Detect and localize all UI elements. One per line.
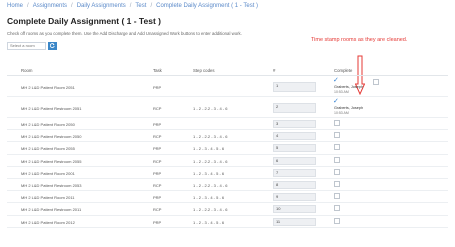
- task-code: PRP: [153, 170, 162, 176]
- room-name: MH 2 L&D Patient Room 2001: [21, 170, 75, 176]
- room-name: MH 2 L&D Patient Restroom 2055: [21, 158, 82, 164]
- table-row: MH 2 L&D Patient Room 2051 PRP 1 ✓ Grabe…: [7, 76, 448, 97]
- header-number: #: [273, 68, 276, 73]
- task-code: RCP: [153, 182, 162, 188]
- order-number-field[interactable]: 11: [273, 217, 316, 226]
- header-task: Task: [153, 68, 162, 73]
- complete-checkbox[interactable]: [334, 168, 340, 175]
- header-complete: Complete: [334, 68, 353, 73]
- room-name: MH 2 L&D Patient Restroom 2011: [21, 207, 82, 213]
- room-name: MH 2 L&D Patient Room 2051: [21, 85, 75, 90]
- task-code: RCP: [153, 207, 162, 213]
- header-room: Room: [21, 68, 33, 73]
- task-code: RCP: [153, 106, 162, 111]
- order-number-field[interactable]: 1: [273, 82, 316, 92]
- room-name: MH 2 L&D Patient Room 2011: [21, 195, 75, 201]
- order-number-field[interactable]: 4: [273, 132, 316, 141]
- checkmark-icon[interactable]: ✓: [333, 98, 339, 105]
- task-code: PRP: [153, 122, 162, 127]
- table-header: Room Task Step codes # Complete: [7, 66, 448, 76]
- step-codes: 1 - 2 - 2.2 - 3 - 4 - 6: [193, 207, 228, 213]
- table-row: MH 2 L&D Patient Room 2001 PRP 1 - 2 - 3…: [7, 167, 448, 179]
- step-codes: 1 - 2 - 2.2 - 3 - 4 - 6: [193, 158, 228, 164]
- table-row: MH 2 L&D Patient Restroom 2053 RCP 1 - 2…: [7, 179, 448, 192]
- checkmark-icon[interactable]: ✓: [333, 77, 339, 84]
- room-name: MH 2 L&D Patient Room 2012: [21, 219, 75, 225]
- complete-checkbox[interactable]: [334, 156, 340, 163]
- step-codes: 1 - 2 - 2.2 - 3 - 4 - 6: [193, 182, 228, 188]
- breadcrumb-test[interactable]: Test: [135, 3, 146, 9]
- table-row: MH 2 L&D Patient Restroom 2051 RCP 1 - 2…: [7, 97, 448, 118]
- room-name: MH 2 L&D Patient Restroom 2050: [21, 134, 82, 140]
- complete-checkbox[interactable]: [334, 132, 340, 139]
- header-step-codes: Step codes: [193, 68, 215, 73]
- table-row: MH 2 L&D Patient Restroom 2011 RCP 1 - 2…: [7, 203, 448, 216]
- order-number-field[interactable]: 8: [273, 180, 316, 189]
- breadcrumb-separator: /: [150, 3, 153, 9]
- breadcrumb-separator: /: [129, 3, 132, 9]
- task-code: RCP: [153, 158, 162, 164]
- table-row: MH 2 L&D Patient Room 2055 PRP 1 - 2 - 3…: [7, 142, 448, 155]
- complete-checkbox[interactable]: [334, 144, 340, 151]
- table-row: MH 2 L&D Patient Room 2012 PRP 1 - 2 - 3…: [7, 216, 448, 228]
- task-code: RCP: [153, 134, 162, 140]
- assignment-table: Room Task Step codes # Complete MH 2 L&D…: [7, 66, 448, 228]
- order-number-field[interactable]: 9: [273, 193, 316, 202]
- breadcrumb-assignments[interactable]: Assignments: [33, 3, 67, 9]
- step-codes: 1 - 2 - 3 - 4 - 5 - 6: [193, 146, 225, 152]
- step-codes: 1 - 2 - 2.2 - 3 - 4 - 6: [193, 106, 228, 111]
- completed-by: Graberts, Joseph: [334, 106, 364, 110]
- breadcrumb-separator: /: [27, 3, 29, 9]
- task-code: PRP: [153, 85, 162, 90]
- step-codes: 1 - 2 - 3 - 4 - 5 - 6: [193, 195, 225, 201]
- room-select[interactable]: [7, 41, 46, 50]
- complete-checkbox[interactable]: [334, 205, 340, 212]
- table-row: MH 2 L&D Patient Restroom 2055 RCP 1 - 2…: [7, 155, 448, 167]
- task-code: PRP: [153, 146, 162, 152]
- page-title: Complete Daily Assignment ( 1 - Test ): [7, 16, 161, 26]
- table-row: MH 2 L&D Patient Restroom 2050 RCP 1 - 2…: [7, 130, 448, 143]
- table-row: MH 2 L&D Patient Room 2011 PRP 1 - 2 - 3…: [7, 191, 448, 204]
- breadcrumb-current: Complete Daily Assignment ( 1 - Test ): [156, 3, 259, 9]
- task-code: PRP: [153, 219, 162, 225]
- room-name: MH 2 L&D Patient Restroom 2053: [21, 182, 82, 188]
- breadcrumb-separator: /: [71, 3, 73, 9]
- completed-time: 10:53 AM: [334, 90, 349, 94]
- refresh-icon: [50, 43, 55, 48]
- complete-checkbox[interactable]: [334, 180, 340, 187]
- complete-checkbox[interactable]: [334, 120, 340, 126]
- annotation-text: Time stamp rooms as they are cleaned.: [311, 37, 408, 43]
- instructions-text: Check off rooms as you complete them. Us…: [7, 31, 242, 36]
- go-button[interactable]: [48, 41, 57, 50]
- table-row: MH 2 L&D Patient Room 2050 PRP 3: [7, 118, 448, 131]
- order-number-field[interactable]: 6: [273, 156, 316, 165]
- step-codes: 1 - 2 - 3 - 4 - 5 - 6: [193, 219, 225, 225]
- breadcrumb: Home / Assignments / Daily Assignments / Test /…: [7, 3, 258, 9]
- filter-row: [7, 41, 57, 50]
- step-codes: 1 - 2 - 2.2 - 3 - 4 - 6: [193, 134, 228, 140]
- completed-time: 10:53 AM: [334, 111, 349, 115]
- room-name: MH 2 L&D Patient Room 2050: [21, 122, 75, 127]
- order-number-field[interactable]: 3: [273, 120, 316, 128]
- room-name: MH 2 L&D Patient Room 2055: [21, 146, 75, 152]
- order-number-field[interactable]: 2: [273, 103, 316, 113]
- room-name: MH 2 L&D Patient Restroom 2051: [21, 106, 82, 111]
- completed-by: Graberts, Joseph: [334, 85, 364, 89]
- breadcrumb-home[interactable]: Home: [7, 3, 23, 9]
- secondary-checkbox[interactable]: [373, 79, 379, 85]
- breadcrumb-daily-assignments[interactable]: Daily Assignments: [77, 3, 126, 9]
- order-number-field[interactable]: 10: [273, 205, 316, 214]
- order-number-field[interactable]: 7: [273, 168, 316, 177]
- step-codes: 1 - 2 - 3 - 4 - 5 - 6: [193, 170, 225, 176]
- order-number-field[interactable]: 5: [273, 144, 316, 153]
- complete-checkbox[interactable]: [334, 217, 340, 224]
- complete-checkbox[interactable]: [334, 193, 340, 200]
- task-code: PRP: [153, 195, 162, 201]
